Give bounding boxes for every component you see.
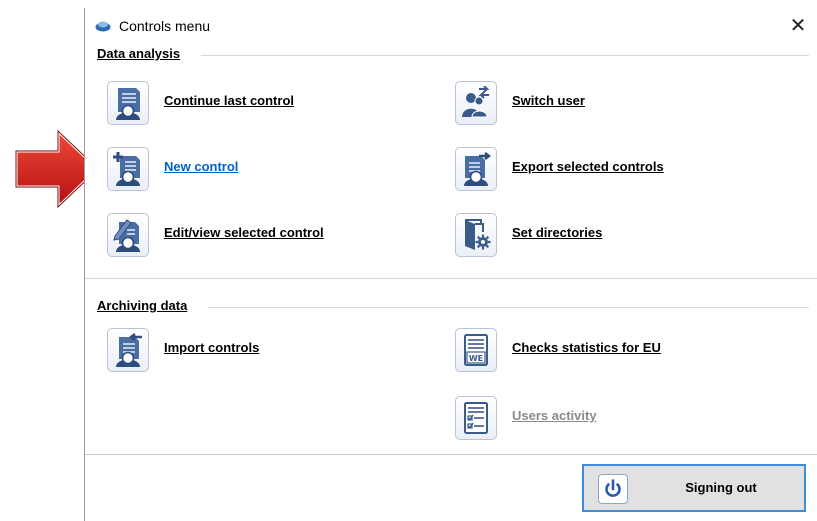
new-document-icon: [107, 147, 149, 191]
edit-view-selected-control-item[interactable]: Edit/view selected control: [107, 213, 437, 257]
screen: Controls menu ✕ Data analysis Continue l…: [0, 0, 817, 521]
switch-user-icon: [455, 81, 497, 125]
edit-view-selected-control-label: Edit/view selected control: [164, 225, 324, 240]
controls-menu-window: Controls menu ✕ Data analysis Continue l…: [84, 8, 817, 521]
switch-user-label: Switch user: [512, 93, 585, 108]
set-directories-label: Set directories: [512, 225, 603, 240]
export-selected-controls-label: Export selected controls: [512, 159, 664, 174]
new-control-item[interactable]: New control: [107, 147, 407, 191]
title-bar: Controls menu ✕: [85, 8, 817, 42]
import-controls-label: Import controls: [164, 340, 260, 355]
section-divider: [201, 55, 809, 56]
checklist-icon: [455, 396, 497, 440]
users-activity-item[interactable]: Users activity: [455, 396, 755, 440]
power-icon: [598, 474, 628, 504]
document-user-icon: [107, 81, 149, 125]
folder-gear-icon: [455, 213, 497, 257]
continue-last-control-label: Continue last control: [164, 93, 294, 108]
section-header-archiving-data: Archiving data: [97, 298, 188, 313]
set-directories-item[interactable]: Set directories: [455, 213, 755, 257]
continue-last-control-item[interactable]: Continue last control: [107, 81, 407, 125]
close-button[interactable]: ✕: [778, 12, 817, 38]
new-control-label: New control: [164, 159, 239, 174]
section-separator: [85, 278, 817, 279]
section-divider: [208, 307, 809, 308]
checks-statistics-eu-label: Checks statistics for EU: [512, 340, 661, 355]
signing-out-button[interactable]: Signing out: [582, 464, 806, 512]
import-document-icon: [107, 328, 149, 372]
window-title: Controls menu: [119, 18, 211, 34]
footer-separator: [85, 454, 817, 455]
export-document-icon: [455, 147, 497, 191]
export-selected-controls-item[interactable]: Export selected controls: [455, 147, 785, 191]
svg-text:WE: WE: [469, 354, 483, 363]
import-controls-item[interactable]: Import controls: [107, 328, 407, 372]
switch-user-item[interactable]: Switch user: [455, 81, 755, 125]
signing-out-label: Signing out: [685, 480, 757, 495]
users-activity-label: Users activity: [512, 408, 597, 423]
we-statistics-icon: WE: [455, 328, 497, 372]
section-header-data-analysis: Data analysis: [97, 46, 181, 61]
edit-document-icon: [107, 213, 149, 257]
app-icon: [95, 21, 111, 32]
checks-statistics-eu-item[interactable]: WE Checks statistics for EU: [455, 328, 785, 372]
